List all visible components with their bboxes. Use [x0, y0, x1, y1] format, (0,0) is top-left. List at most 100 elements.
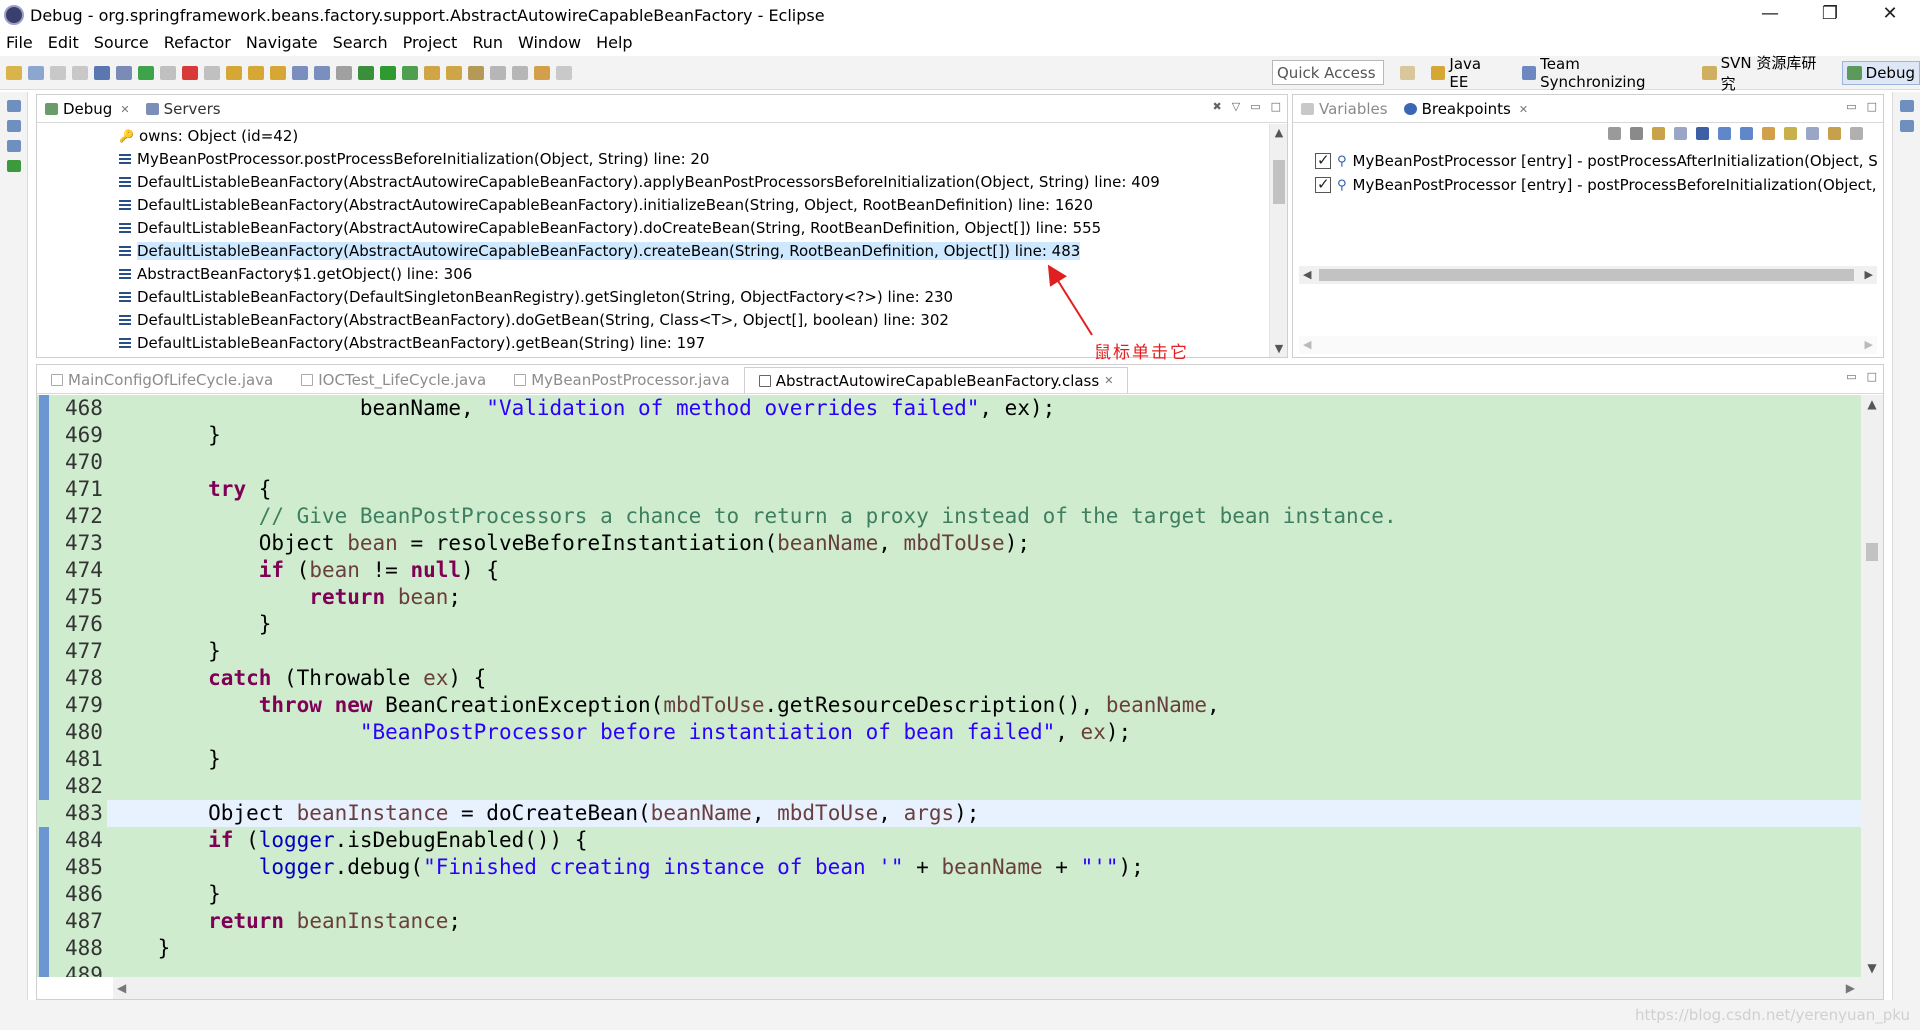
- maximize-view-icon[interactable]: □: [1867, 100, 1877, 113]
- scroll-right-icon[interactable]: ▶: [1865, 266, 1873, 284]
- menu-file[interactable]: File: [6, 33, 33, 52]
- code-line[interactable]: 486 }: [37, 881, 1861, 908]
- collapse-all-icon[interactable]: [1740, 127, 1753, 140]
- tab-breakpoints[interactable]: Breakpoints ✕: [1395, 96, 1537, 122]
- save-all-icon[interactable]: [72, 65, 88, 80]
- minimized-view-icon[interactable]: [1900, 100, 1914, 112]
- minimized-view-icon[interactable]: [1900, 120, 1914, 132]
- new-icon[interactable]: [6, 65, 22, 80]
- annotation-nav-icon[interactable]: [490, 65, 506, 80]
- code-line[interactable]: 477 }: [37, 638, 1861, 665]
- tab-variables[interactable]: Variables: [1293, 96, 1396, 122]
- suspend-icon[interactable]: [160, 65, 176, 80]
- run-icon[interactable]: [380, 65, 396, 80]
- minimize-button[interactable]: —: [1740, 0, 1800, 30]
- scroll-right-icon[interactable]: ▶: [1865, 336, 1873, 354]
- minimized-view-icon[interactable]: [7, 160, 21, 172]
- open-perspective-icon[interactable]: [1400, 66, 1416, 80]
- new-dropdown-icon[interactable]: [28, 65, 44, 80]
- perspective-java-ee[interactable]: Java EE: [1427, 53, 1506, 93]
- editor-tab[interactable]: IOCTest_LifeCycle.java: [287, 367, 500, 393]
- scroll-left-icon[interactable]: ◀: [1303, 266, 1311, 284]
- breakpoint-checkbox[interactable]: [1315, 175, 1331, 193]
- menu-help[interactable]: Help: [596, 33, 632, 52]
- remove-breakpoint-icon[interactable]: [1608, 127, 1621, 140]
- minimize-view-icon[interactable]: ▭: [1846, 100, 1856, 113]
- code-line[interactable]: 470: [37, 449, 1861, 476]
- drop-to-frame-icon[interactable]: [292, 65, 308, 80]
- remove-all-breakpoints-icon[interactable]: [1630, 127, 1643, 140]
- remove-terminated-icon[interactable]: ✖: [1213, 100, 1222, 113]
- search-icon[interactable]: [468, 65, 484, 80]
- code-line[interactable]: 469 }: [37, 422, 1861, 449]
- code-line[interactable]: 474 if (bean != null) {: [37, 557, 1861, 584]
- code-line[interactable]: 482: [37, 773, 1861, 800]
- external-tools-icon[interactable]: [402, 65, 418, 80]
- last-edit-icon[interactable]: [512, 65, 528, 80]
- maximize-view-icon[interactable]: □: [1271, 100, 1281, 113]
- minimize-view-icon[interactable]: ▭: [1250, 100, 1260, 113]
- perspective-svn[interactable]: SVN 资源库研究: [1698, 50, 1829, 96]
- breakpoint-item[interactable]: ⚲ MyBeanPostProcessor [entry] - postProc…: [1315, 173, 1877, 197]
- step-over-icon[interactable]: [248, 65, 264, 80]
- scroll-right-icon[interactable]: ▶: [1846, 977, 1855, 999]
- scroll-thumb[interactable]: [1273, 160, 1285, 204]
- stack-frame[interactable]: DefaultListableBeanFactory(AbstractAutow…: [119, 170, 1269, 193]
- maximize-view-icon[interactable]: □: [1867, 370, 1877, 383]
- debug-launch-icon[interactable]: [358, 65, 374, 80]
- close-icon[interactable]: ✕: [1104, 374, 1113, 387]
- minimize-view-icon[interactable]: ▭: [1846, 370, 1856, 383]
- export-breakpoints-icon[interactable]: [1828, 127, 1841, 140]
- stack-frame[interactable]: 🔑 owns: Object (id=42): [119, 124, 1269, 147]
- code-line[interactable]: 484 if (logger.isDebugEnabled()) {: [37, 827, 1861, 854]
- breakpoint-item[interactable]: ⚲ MyBeanPostProcessor [entry] - postProc…: [1315, 149, 1877, 173]
- minimized-view-icon[interactable]: [7, 120, 21, 132]
- code-line[interactable]: 473 Object bean = resolveBeforeInstantia…: [37, 530, 1861, 557]
- scroll-down-icon[interactable]: ▼: [1270, 342, 1288, 355]
- show-supported-icon[interactable]: [1652, 127, 1665, 140]
- menu-window[interactable]: Window: [518, 33, 581, 52]
- menu-refactor[interactable]: Refactor: [164, 33, 231, 52]
- code-line[interactable]: 475 return bean;: [37, 584, 1861, 611]
- stack-frame[interactable]: AbstractBeanFactory$1.getObject() line: …: [119, 262, 1269, 285]
- debug-tools-icon[interactable]: [336, 65, 352, 80]
- scroll-down-icon[interactable]: ▼: [1861, 961, 1883, 975]
- open-task-icon[interactable]: [446, 65, 462, 80]
- scroll-left-icon[interactable]: ◀: [1303, 336, 1311, 354]
- back-icon[interactable]: [534, 65, 550, 80]
- code-line[interactable]: 480 "BeanPostProcessor before instantiat…: [37, 719, 1861, 746]
- link-with-debug-icon[interactable]: [1762, 127, 1775, 140]
- code-line[interactable]: 489: [37, 962, 1861, 977]
- scroll-left-icon[interactable]: ◀: [117, 977, 126, 999]
- code-line[interactable]: 481 }: [37, 746, 1861, 773]
- code-line[interactable]: 487 return beanInstance;: [37, 908, 1861, 935]
- skip-all-breakpoints-icon[interactable]: [1696, 127, 1709, 140]
- stack-frame[interactable]: DefaultListableBeanFactory(AbstractAutow…: [119, 216, 1269, 239]
- editor-tab[interactable]: MyBeanPostProcessor.java: [500, 367, 744, 393]
- close-button[interactable]: ✕: [1860, 0, 1920, 30]
- restore-button[interactable]: ❐: [1800, 0, 1860, 30]
- menu-run[interactable]: Run: [472, 33, 503, 52]
- add-java-exception-breakpoint-icon[interactable]: [1784, 127, 1797, 140]
- code-line-current[interactable]: 483 Object beanInstance = doCreateBean(b…: [37, 800, 1861, 827]
- view-menu-icon[interactable]: ▽: [1232, 100, 1240, 113]
- resume-icon[interactable]: [138, 65, 154, 80]
- menu-navigate[interactable]: Navigate: [246, 33, 318, 52]
- scroll-up-icon[interactable]: ▲: [1270, 126, 1288, 139]
- terminate-icon[interactable]: [182, 65, 198, 80]
- tab-debug[interactable]: Debug ✕: [37, 96, 138, 122]
- code-line[interactable]: 478 catch (Throwable ex) {: [37, 665, 1861, 692]
- tab-servers[interactable]: Servers: [138, 96, 229, 122]
- disconnect-icon[interactable]: [204, 65, 220, 80]
- debug-vertical-scrollbar[interactable]: ▲ ▼: [1269, 124, 1287, 357]
- breakpoints-horizontal-scrollbar[interactable]: ◀ ▶: [1299, 266, 1877, 284]
- stack-frame[interactable]: DefaultListableBeanFactory(DefaultSingle…: [119, 285, 1269, 308]
- menu-source[interactable]: Source: [94, 33, 149, 52]
- import-breakpoints-icon[interactable]: [1806, 127, 1819, 140]
- code-line[interactable]: 472 // Give BeanPostProcessors a chance …: [37, 503, 1861, 530]
- code-line[interactable]: 479 throw new BeanCreationException(mbdT…: [37, 692, 1861, 719]
- use-step-filters-icon[interactable]: [314, 65, 330, 80]
- stack-frame[interactable]: DefaultListableBeanFactory(AbstractBeanF…: [119, 308, 1269, 331]
- code-line[interactable]: 476 }: [37, 611, 1861, 638]
- breakpoint-checkbox[interactable]: [1315, 151, 1331, 169]
